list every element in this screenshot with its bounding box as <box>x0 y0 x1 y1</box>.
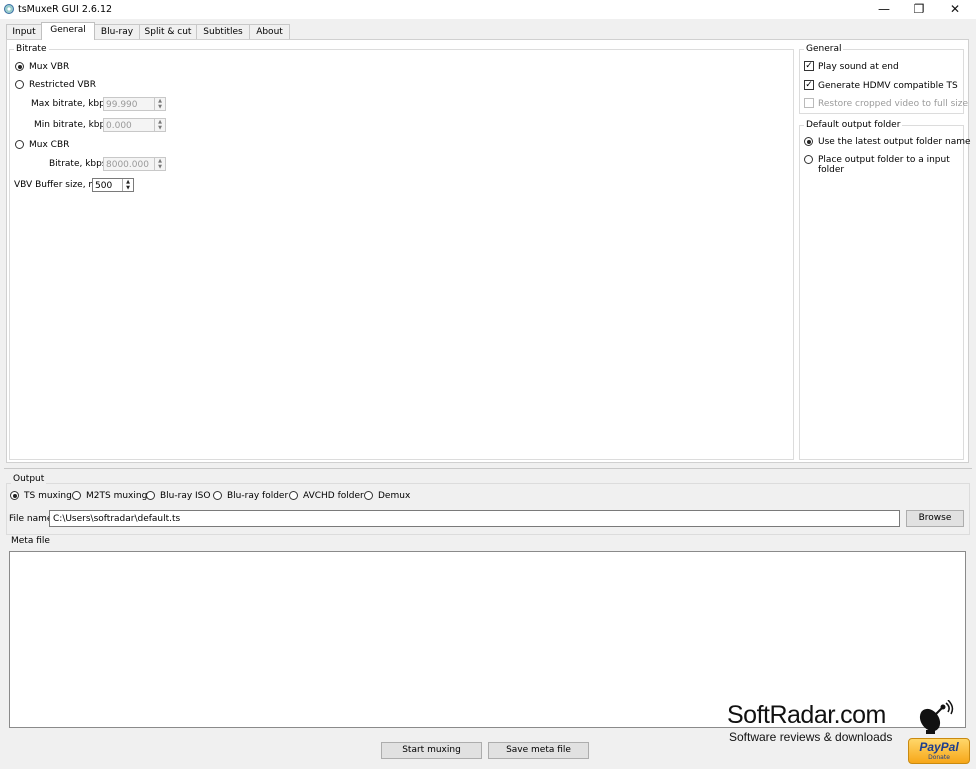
spin-arrows-icon: ▲ ▼ <box>154 98 165 110</box>
mux-cbr-label: Mux CBR <box>29 140 70 150</box>
save-meta-file-button[interactable]: Save meta file <box>488 742 589 759</box>
general-options-title: General <box>804 44 844 54</box>
title-bar <box>0 0 976 19</box>
blu-ray-folder-radio[interactable] <box>213 491 222 500</box>
output-folder-group <box>799 125 964 460</box>
tab-subtitles[interactable]: Subtitles <box>196 24 250 39</box>
vbv-buffer-value: 500 <box>95 181 113 191</box>
tab-input[interactable]: Input <box>6 24 42 39</box>
input-folder-label: Place output folder to a input folder <box>818 155 950 175</box>
blu-ray-folder-label: Blu-ray folder <box>227 491 289 501</box>
max-bitrate-value: 99.990 <box>106 100 138 110</box>
file-name-input[interactable]: C:\Users\softradar\default.ts <box>49 510 900 527</box>
m2ts-muxing-radio[interactable] <box>72 491 81 500</box>
restore-button[interactable]: ❐ <box>901 0 937 19</box>
m2ts-muxing-label: M2TS muxing <box>86 491 148 501</box>
browse-button[interactable]: Browse <box>906 510 964 527</box>
output-folder-title: Default output folder <box>804 120 903 130</box>
spin-arrows-icon: ▲ ▼ <box>154 158 165 170</box>
close-button[interactable]: ✕ <box>937 0 973 19</box>
min-bitrate-value: 0.000 <box>106 121 132 131</box>
satellite-dish-icon <box>919 700 954 734</box>
tab-blu-ray[interactable]: Blu-ray <box>94 24 140 39</box>
paypal-donate-label: Donate <box>928 754 950 761</box>
mux-cbr-radio[interactable] <box>15 140 24 149</box>
avchd-folder-label: AVCHD folder <box>303 491 364 501</box>
min-bitrate-label: Min bitrate, kbps <box>34 120 110 130</box>
min-bitrate-spinbox[interactable]: 0.000 ▲ ▼ <box>103 118 166 132</box>
restore-cropped-label: Restore cropped video to full size <box>818 99 969 109</box>
vbv-buffer-label: VBV Buffer size, ms <box>14 180 102 190</box>
file-name-label: File name <box>9 514 53 524</box>
restricted-vbr-label: Restricted VBR <box>29 80 96 90</box>
latest-folder-label: Use the latest output folder name <box>818 137 971 147</box>
ts-muxing-radio[interactable] <box>10 491 19 500</box>
blu-ray-iso-label: Blu-ray ISO <box>160 491 211 501</box>
softradar-watermark-title: SoftRadar.com <box>727 701 886 729</box>
demux-label: Demux <box>378 491 411 501</box>
start-muxing-button[interactable]: Start muxing <box>381 742 482 759</box>
mux-vbr-radio[interactable] <box>15 62 24 71</box>
bitrate-group-title: Bitrate <box>14 44 49 54</box>
play-sound-label: Play sound at end <box>818 62 899 72</box>
blu-ray-iso-radio[interactable] <box>146 491 155 500</box>
minimize-button[interactable]: — <box>866 0 902 19</box>
tab-general[interactable]: General <box>41 22 95 40</box>
max-bitrate-spinbox[interactable]: 99.990 ▲ ▼ <box>103 97 166 111</box>
input-folder-radio[interactable] <box>804 155 813 164</box>
splitter[interactable] <box>4 468 972 469</box>
cbr-bitrate-spinbox[interactable]: 8000.000 ▲ ▼ <box>103 157 166 171</box>
demux-radio[interactable] <box>364 491 373 500</box>
play-sound-checkbox[interactable]: ✓ <box>804 61 814 71</box>
softradar-watermark-subtitle: Software reviews & downloads <box>729 730 893 744</box>
hdmv-ts-label: Generate HDMV compatible TS <box>818 81 958 91</box>
tab-split-cut[interactable]: Split & cut <box>139 24 197 39</box>
app-icon <box>4 4 14 14</box>
max-bitrate-label: Max bitrate, kbps <box>31 99 110 109</box>
avchd-folder-radio[interactable] <box>289 491 298 500</box>
mux-vbr-label: Mux VBR <box>29 62 70 72</box>
ts-muxing-label: TS muxing <box>24 491 72 501</box>
output-group-title: Output <box>11 474 47 484</box>
hdmv-ts-checkbox[interactable]: ✓ <box>804 80 814 90</box>
tab-about[interactable]: About <box>249 24 290 39</box>
meta-file-title: Meta file <box>11 536 50 546</box>
restricted-vbr-radio[interactable] <box>15 80 24 89</box>
window-title: tsMuxeR GUI 2.6.12 <box>18 4 113 15</box>
cbr-bitrate-value: 8000.000 <box>106 160 149 170</box>
cbr-bitrate-label: Bitrate, kbps <box>49 159 107 169</box>
latest-folder-radio[interactable] <box>804 137 813 146</box>
restore-cropped-checkbox[interactable] <box>804 98 814 108</box>
spin-arrows-icon: ▲ ▼ <box>122 179 133 191</box>
file-name-value: C:\Users\softradar\default.ts <box>53 514 181 524</box>
paypal-donate-button[interactable]: PayPal Donate <box>908 738 970 764</box>
vbv-buffer-spinbox[interactable]: 500 ▲ ▼ <box>92 178 134 192</box>
spin-arrows-icon: ▲ ▼ <box>154 119 165 131</box>
paypal-logo-text: PayPal <box>919 740 959 754</box>
